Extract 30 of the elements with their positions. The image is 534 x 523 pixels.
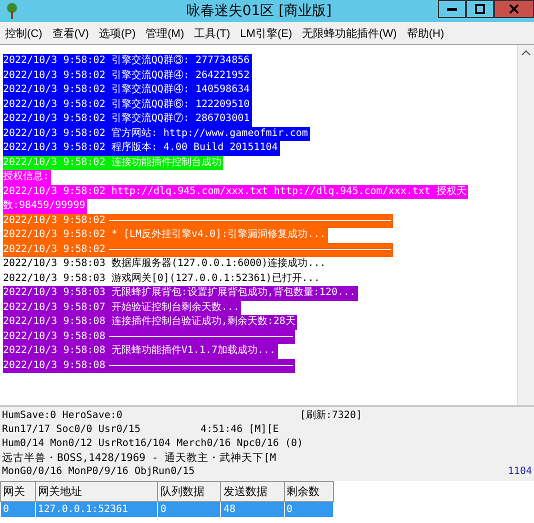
- menu-item[interactable]: LM引擎(E): [235, 26, 298, 40]
- status-text: Run17/17 Soc0/0 Usr0/15: [2, 423, 140, 437]
- minimize-icon: [447, 8, 457, 10]
- status-text: MonG0/0/16 MonP0/9/16 ObjRun0/15: [2, 465, 195, 479]
- refresh-counter: [刷新:7320]: [300, 409, 362, 423]
- column-header[interactable]: 网关地址: [35, 482, 158, 502]
- tree-icon: [4, 3, 20, 19]
- status-text: HumSave:0 HeroSave:0: [2, 409, 122, 423]
- close-button[interactable]: [494, 0, 534, 18]
- menu-item[interactable]: 控制(C): [0, 26, 48, 40]
- window-title: 咏春迷失01区 [商业版]: [185, 2, 333, 20]
- code-text: 1104: [508, 465, 532, 479]
- menu-item[interactable]: 选项(P): [94, 26, 141, 40]
- close-icon: [509, 4, 519, 14]
- maximize-icon: [475, 4, 485, 14]
- column-header[interactable]: 发送数据: [220, 482, 284, 502]
- menu-item[interactable]: 管理(M): [140, 26, 190, 40]
- menu-item[interactable]: 帮助(H): [402, 26, 450, 40]
- menu-item[interactable]: 无限蜂功能插件(W): [297, 26, 402, 40]
- clock-text: 4:51:46 [M][E: [200, 423, 279, 437]
- menu-item[interactable]: 查看(V): [47, 26, 94, 40]
- menu-item[interactable]: 工具(T): [189, 26, 236, 40]
- maximize-button[interactable]: [466, 0, 494, 18]
- status-text: Hum0/14 Mon0/12 UsrRot16/104 Merch0/16 Npc0/16 (0): [2, 437, 304, 451]
- status-text: 远古半兽・BOSS,1428/1969 - 通天教主・武神天下[M: [2, 451, 276, 465]
- minimize-button[interactable]: [438, 0, 466, 18]
- column-header[interactable]: 剩余数: [284, 482, 333, 502]
- column-header[interactable]: 队列数据: [158, 482, 221, 502]
- scrollbar[interactable]: [517, 45, 534, 405]
- column-header[interactable]: 网关: [0, 482, 36, 502]
